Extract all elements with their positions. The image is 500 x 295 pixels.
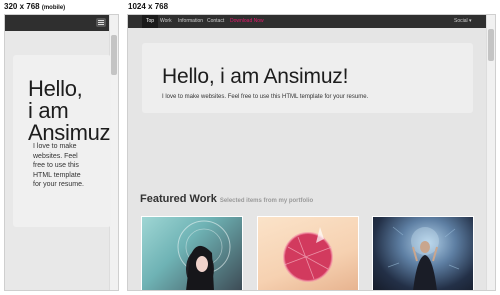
featured-work-subtitle: Selected items from my portfolio [219, 198, 314, 204]
portfolio-thumbnail-2[interactable] [257, 216, 359, 290]
desktop-hero-text: I love to make websites. Feel free to us… [162, 94, 369, 100]
pink-circle-art [283, 227, 333, 282]
figure-dark-art [387, 226, 460, 290]
mobile-hero-text: I love to make websites. Feel free to us… [33, 143, 84, 188]
desktop-preview: Top Work Information Contact Download No… [127, 14, 496, 291]
desktop-navbar: Top Work Information Contact Download No… [128, 15, 487, 28]
desktop-scrollbar-thumb[interactable] [488, 29, 494, 61]
desktop-hero-title: Hello, i am Ansimuz! [162, 65, 349, 88]
nav-item-contact[interactable]: Contact [203, 15, 228, 28]
woman-portrait-art [177, 220, 231, 290]
featured-work-title: Featured Work [140, 193, 217, 205]
portfolio-thumbnail-1[interactable] [141, 216, 243, 290]
desktop-scrollbar[interactable] [486, 15, 495, 290]
mobile-hero-title: Hello, i am Ansimuz [28, 76, 111, 145]
mobile-scrollbar-thumb[interactable] [111, 35, 117, 75]
nav-item-work[interactable]: Work [156, 15, 176, 28]
mobile-navbar [5, 15, 110, 31]
mobile-caption: 320 x 768 (mobile) [4, 2, 65, 11]
nav-item-social[interactable]: Social ▾ [450, 15, 476, 28]
hamburger-menu-icon[interactable] [96, 18, 106, 27]
desktop-caption: 1024 x 768 [128, 2, 169, 11]
mobile-size-label: 320 x 768 [4, 2, 40, 11]
nav-item-download-now[interactable]: Download Now [226, 15, 268, 28]
portfolio-thumbnail-3[interactable] [372, 216, 474, 290]
featured-work-heading: Featured Work Selected items from my port… [140, 193, 313, 205]
mobile-suffix-label: (mobile) [41, 5, 66, 11]
